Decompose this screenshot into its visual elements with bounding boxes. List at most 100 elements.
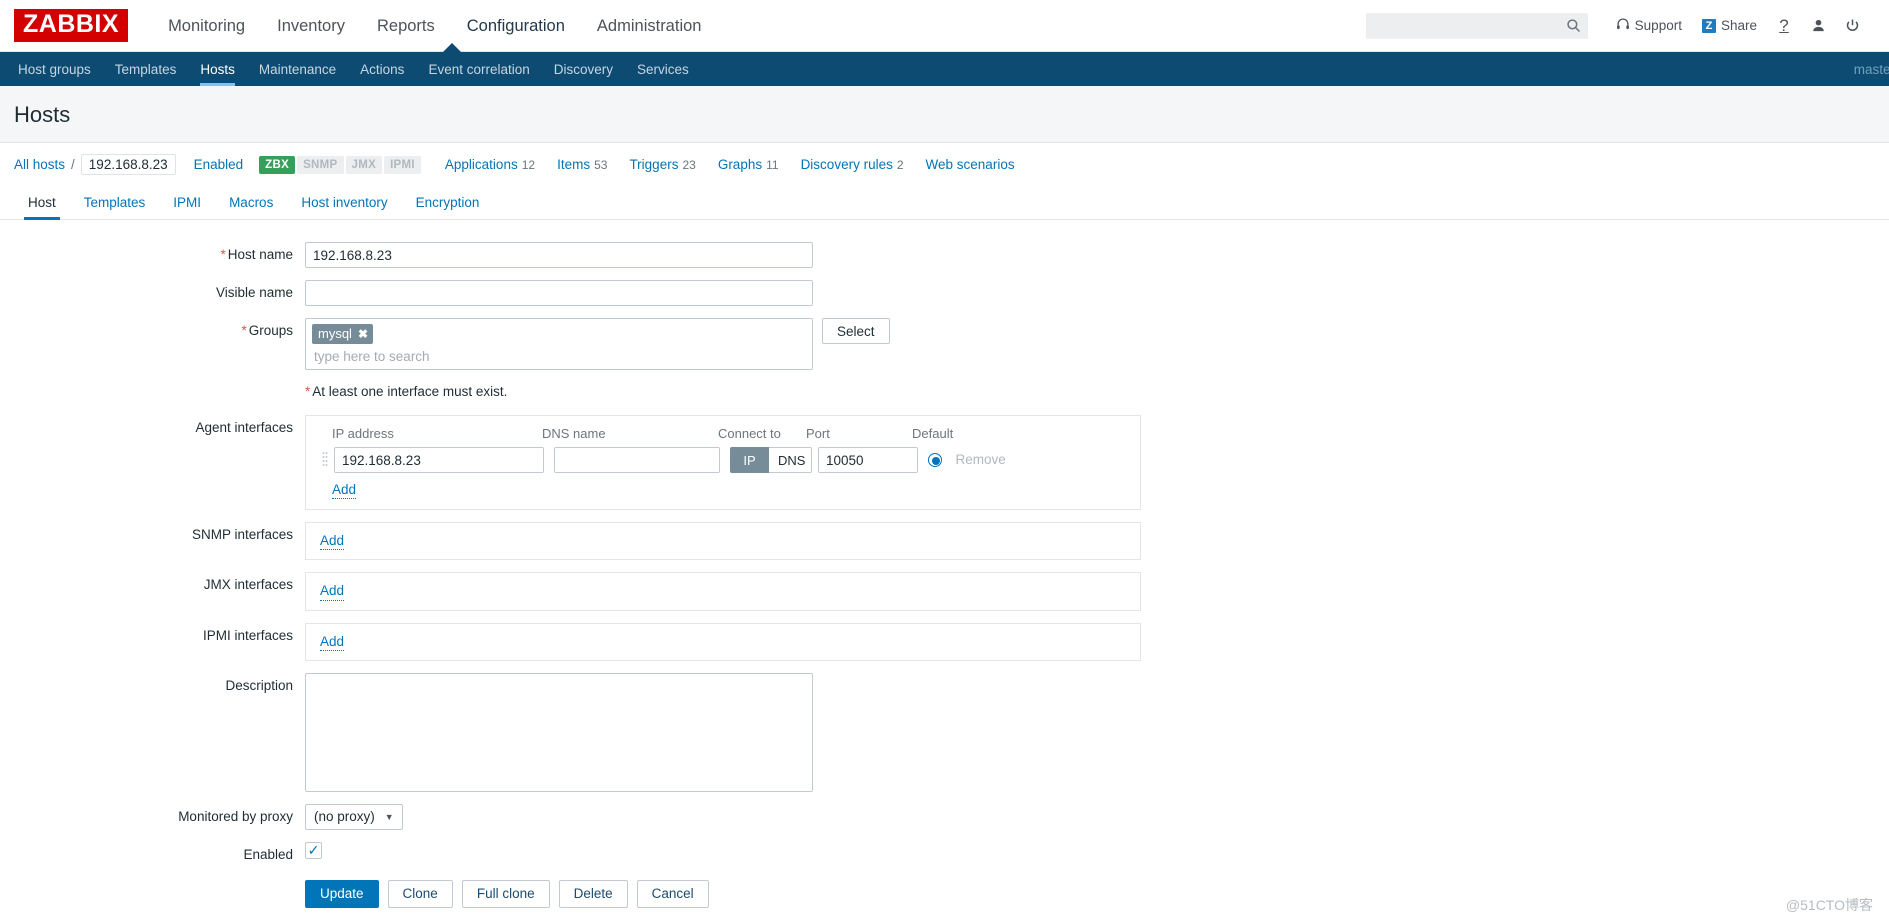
link-triggers-label[interactable]: Triggers — [629, 157, 678, 172]
user-icon[interactable] — [1801, 11, 1835, 41]
share-icon: Z — [1701, 18, 1716, 33]
subnav-item-discovery[interactable]: Discovery — [542, 52, 625, 86]
zabbix-logo[interactable]: ZABBIX — [14, 9, 129, 42]
update-button[interactable]: Update — [305, 879, 379, 908]
link-graphs[interactable]: Graphs 11 — [718, 157, 779, 172]
description-textarea[interactable] — [305, 672, 813, 792]
form-action-buttons: Update Clone Full clone Delete Cancel — [305, 874, 709, 908]
default-interface-radio[interactable] — [928, 452, 942, 467]
jmx-interfaces-panel: Add — [305, 572, 1141, 611]
nav-item-monitoring[interactable]: Monitoring — [152, 0, 261, 52]
link-items[interactable]: Items 53 — [557, 157, 607, 172]
breadcrumb-separator: / — [71, 157, 75, 172]
interface-dns-input[interactable] — [554, 447, 720, 473]
headset-icon — [1616, 17, 1630, 34]
link-triggers[interactable]: Triggers 23 — [629, 157, 695, 172]
tab-ipmi[interactable]: IPMI — [159, 186, 215, 219]
host-status-link[interactable]: Enabled — [194, 157, 244, 172]
group-chip-label: mysql — [318, 326, 352, 341]
interface-default-cell: Remove — [928, 451, 1048, 469]
link-discovery-rules[interactable]: Discovery rules 2 — [801, 157, 904, 172]
search-box[interactable] — [1365, 12, 1588, 39]
link-discovery-rules-count: 2 — [896, 158, 904, 172]
nav-item-reports[interactable]: Reports — [361, 0, 451, 52]
subnav-item-hosts[interactable]: Hosts — [188, 52, 247, 86]
link-web-scenarios[interactable]: Web scenarios — [926, 157, 1015, 172]
agent-interfaces-header: IP address DNS name Connect to Port Defa… — [318, 424, 1128, 447]
nav-pointer-arrow — [443, 43, 461, 52]
full-clone-button[interactable]: Full clone — [461, 879, 550, 908]
share-link[interactable]: Z Share — [1692, 18, 1767, 33]
power-icon[interactable] — [1835, 11, 1869, 41]
jmx-interfaces-label: JMX interfaces — [203, 577, 293, 593]
monitored-by-proxy-select[interactable]: (no proxy) ▼ — [305, 803, 403, 830]
badge-zbx[interactable]: ZBX — [259, 155, 296, 174]
field-row-ipmi-interfaces: IPMI interfaces Add — [0, 622, 1889, 661]
tab-host[interactable]: Host — [14, 186, 70, 220]
link-web-scenarios-label[interactable]: Web scenarios — [926, 157, 1015, 172]
visible-name-input[interactable] — [305, 280, 813, 306]
tab-encryption[interactable]: Encryption — [402, 186, 494, 219]
groups-multiselect[interactable]: mysql ✖ type here to search — [305, 318, 813, 370]
link-graphs-label[interactable]: Graphs — [718, 157, 762, 172]
link-applications[interactable]: Applications 12 — [445, 157, 535, 172]
tab-macros[interactable]: Macros — [215, 186, 287, 219]
field-row-description: Description — [0, 672, 1889, 792]
interface-port-input[interactable] — [818, 447, 918, 473]
groups-label-text: Groups — [248, 323, 293, 338]
badge-ipmi[interactable]: IPMI — [384, 155, 421, 174]
connect-to-dns-button[interactable]: DNS — [769, 447, 812, 473]
subnav-item-maintenance[interactable]: Maintenance — [247, 52, 348, 86]
host-name-label-text: Host name — [227, 247, 293, 262]
cancel-button[interactable]: Cancel — [636, 879, 709, 908]
delete-button[interactable]: Delete — [558, 879, 628, 908]
subnav-item-services[interactable]: Services — [625, 52, 701, 86]
badge-snmp[interactable]: SNMP — [297, 155, 344, 174]
field-row-snmp-interfaces: SNMP interfaces Add — [0, 522, 1889, 561]
nav-item-configuration[interactable]: Configuration — [451, 0, 581, 52]
link-items-label[interactable]: Items — [557, 157, 590, 172]
host-name-label: * Host name — [0, 242, 305, 262]
tab-host-inventory[interactable]: Host inventory — [287, 186, 401, 219]
host-name-input[interactable] — [305, 242, 813, 268]
group-chip-mysql[interactable]: mysql ✖ — [312, 324, 374, 344]
server-name-label: master — [1853, 61, 1889, 77]
help-icon[interactable]: ? — [1767, 11, 1801, 41]
agent-interface-add-link[interactable]: Add — [332, 482, 357, 500]
breadcrumb-current-host: 192.168.8.23 — [80, 154, 176, 175]
interface-ip-input[interactable] — [334, 447, 544, 473]
agent-interfaces-label: Agent interfaces — [195, 420, 293, 435]
main-navigation: Monitoring Inventory Reports Configurati… — [152, 0, 717, 51]
subnav-item-actions[interactable]: Actions — [348, 52, 416, 86]
close-icon[interactable]: ✖ — [358, 327, 368, 341]
nav-item-administration[interactable]: Administration — [581, 0, 718, 52]
link-applications-label[interactable]: Applications — [445, 157, 518, 172]
clone-button[interactable]: Clone — [387, 879, 453, 908]
search-icon[interactable] — [1566, 18, 1581, 33]
groups-select-button[interactable]: Select — [822, 318, 890, 344]
ipmi-interface-add-link[interactable]: Add — [320, 634, 345, 651]
jmx-interface-add-link[interactable]: Add — [320, 583, 345, 601]
connect-to-ip-button[interactable]: IP — [730, 447, 769, 473]
support-link[interactable]: Support — [1606, 17, 1692, 34]
search-input[interactable] — [1365, 12, 1588, 39]
snmp-interface-add-link[interactable]: Add — [320, 533, 345, 551]
groups-search-placeholder[interactable]: type here to search — [312, 344, 806, 364]
subnav-item-templates[interactable]: Templates — [103, 52, 189, 86]
breadcrumb-all-hosts[interactable]: All hosts — [14, 157, 65, 172]
subnav-item-event-correlation[interactable]: Event correlation — [416, 52, 541, 86]
drag-handle-icon[interactable] — [318, 448, 332, 472]
link-discovery-rules-label[interactable]: Discovery rules — [801, 157, 893, 172]
column-header-connect-to: Connect to — [718, 426, 781, 441]
enabled-checkbox[interactable]: ✓ — [305, 841, 322, 859]
interface-remove-link[interactable]: Remove — [955, 452, 1005, 467]
watermark: @51CTO博客 — [1785, 897, 1873, 913]
field-row-form-actions: Update Clone Full clone Delete Cancel — [0, 874, 1889, 908]
nav-item-inventory[interactable]: Inventory — [261, 0, 361, 52]
enabled-label: Enabled — [243, 846, 293, 862]
badge-jmx[interactable]: JMX — [345, 155, 383, 174]
subnav-item-host-groups[interactable]: Host groups — [6, 52, 103, 86]
tab-templates[interactable]: Templates — [70, 186, 160, 219]
required-marker: * — [305, 384, 311, 399]
required-marker: * — [220, 247, 226, 262]
